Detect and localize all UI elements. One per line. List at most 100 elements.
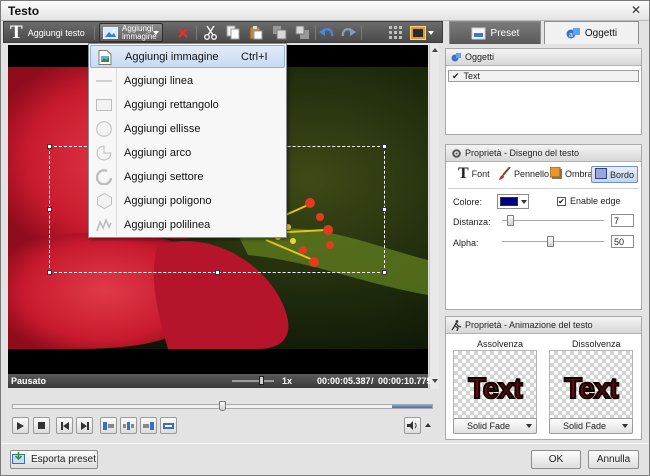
undo-icon[interactable] xyxy=(318,24,336,41)
brush-icon xyxy=(499,165,511,182)
menu-item-label: Aggiungi poligono xyxy=(124,194,212,207)
subtab-border[interactable]: Bordo xyxy=(591,166,638,183)
chevron-down-icon xyxy=(521,200,527,204)
subtab-brush[interactable]: Pennello xyxy=(499,164,549,184)
play-button[interactable] xyxy=(12,417,29,434)
add-text-button[interactable]: T Aggiungi testo xyxy=(10,23,90,42)
arc-icon xyxy=(95,144,113,161)
resize-handle[interactable] xyxy=(47,207,52,212)
enable-edge-checkbox[interactable]: ✔ Enable edge xyxy=(557,196,621,206)
preset-icon xyxy=(471,27,486,40)
fade-out-effect-select[interactable]: Solid Fade xyxy=(549,418,633,434)
menu-item-add-sector[interactable]: Aggiungi settore xyxy=(90,165,285,188)
delete-icon[interactable] xyxy=(174,24,192,41)
preview-scrollbar[interactable] xyxy=(429,45,439,389)
fade-in-label: Assolvenza xyxy=(477,339,524,349)
cancel-button[interactable]: Annulla xyxy=(588,450,639,469)
color-swatch xyxy=(500,197,518,206)
toolbar-separator xyxy=(94,25,95,40)
tab-preset[interactable]: Preset xyxy=(449,21,541,44)
resize-handle[interactable] xyxy=(382,270,387,275)
alpha-input[interactable]: 50 xyxy=(611,235,634,248)
objects-panel: Oggetti ✔ Text xyxy=(445,48,642,135)
grid-icon[interactable] xyxy=(387,24,405,41)
menu-item-add-line[interactable]: Aggiungi linea xyxy=(90,69,285,92)
ok-button[interactable]: OK xyxy=(531,450,581,469)
subtab-font[interactable]: T Font xyxy=(458,164,490,184)
resize-handle[interactable] xyxy=(47,144,52,149)
export-preset-button[interactable]: Esporta preset xyxy=(10,450,98,469)
timeline[interactable] xyxy=(12,401,433,412)
svg-text:a: a xyxy=(569,32,573,39)
resize-handle[interactable] xyxy=(382,207,387,212)
scroll-up-icon[interactable] xyxy=(432,48,438,52)
drawing-panel-header: Proprietà - Disegno del testo xyxy=(446,145,641,162)
menu-item-add-polyline[interactable]: Aggiungi polilinea xyxy=(90,213,285,236)
resize-handle[interactable] xyxy=(47,270,52,275)
menu-item-add-ellipse[interactable]: Aggiungi ellisse xyxy=(90,117,285,140)
animation-panel-header: Proprietà - Animazione del testo xyxy=(446,317,641,334)
paste-icon[interactable] xyxy=(247,24,265,41)
speed-slider[interactable] xyxy=(232,380,274,382)
menu-item-add-image[interactable]: Aggiungi immagine Ctrl+I xyxy=(90,45,285,68)
polygon-icon xyxy=(95,192,113,209)
alpha-slider-knob[interactable] xyxy=(547,236,554,247)
menu-item-label: Aggiungi settore xyxy=(124,170,204,183)
timeline-knob[interactable] xyxy=(219,401,226,411)
close-icon[interactable]: ✕ xyxy=(629,4,643,17)
align-right-button[interactable] xyxy=(140,417,157,434)
ellipse-icon xyxy=(95,120,113,137)
chevron-up-icon[interactable] xyxy=(425,423,431,427)
distance-input[interactable]: 7 xyxy=(611,214,634,227)
tab-objects[interactable]: a Oggetti xyxy=(544,21,639,44)
speed-slider-knob[interactable] xyxy=(259,376,264,385)
distance-slider-knob[interactable] xyxy=(507,215,514,226)
scroll-down-icon[interactable] xyxy=(432,379,438,383)
text-t-icon: T xyxy=(10,21,23,43)
list-item[interactable]: ✔ Text xyxy=(448,70,639,82)
menu-item-add-rectangle[interactable]: Aggiungi rettangolo xyxy=(90,93,285,116)
alpha-label: Alpha: xyxy=(453,238,479,248)
cut-icon[interactable] xyxy=(201,24,219,41)
distance-slider[interactable] xyxy=(502,220,604,222)
volume-button[interactable] xyxy=(404,417,421,434)
fade-in-effect-select[interactable]: Solid Fade xyxy=(453,418,537,434)
align-center-button[interactable] xyxy=(120,417,137,434)
stop-button[interactable] xyxy=(33,417,50,434)
time-separator: / xyxy=(371,376,374,386)
fit-button[interactable] xyxy=(160,417,177,434)
background-icon[interactable] xyxy=(410,24,434,41)
toolbar-separator xyxy=(196,25,197,40)
border-icon xyxy=(595,168,607,181)
bring-forward-icon[interactable] xyxy=(270,24,288,41)
align-left-button[interactable] xyxy=(100,417,117,434)
redo-icon[interactable] xyxy=(339,24,357,41)
menu-item-label: Aggiungi rettangolo xyxy=(124,98,219,111)
chevron-down-icon xyxy=(428,30,434,35)
add-text-label: Aggiungi testo xyxy=(27,27,85,38)
fade-out-preview[interactable]: Text xyxy=(549,350,633,428)
objects-icon: a xyxy=(566,27,581,40)
menu-item-add-polygon[interactable]: Aggiungi poligono xyxy=(90,189,285,212)
font-t-icon: T xyxy=(458,165,469,182)
align-center-icon xyxy=(123,421,134,430)
resize-handle[interactable] xyxy=(215,270,220,275)
previous-button[interactable] xyxy=(56,417,73,434)
menu-item-label: Aggiungi linea xyxy=(124,74,194,87)
add-image-button[interactable]: Aggiungi immagine xyxy=(99,23,163,42)
fade-in-preview[interactable]: Text xyxy=(453,350,537,428)
checkbox-checked-icon[interactable]: ✔ xyxy=(557,196,566,206)
menu-item-add-arc[interactable]: Aggiungi arco xyxy=(90,141,285,164)
checkbox-checked-icon[interactable]: ✔ xyxy=(452,71,460,81)
send-backward-icon[interactable] xyxy=(293,24,311,41)
color-picker[interactable] xyxy=(497,194,529,209)
subtab-shadow[interactable]: Ombra xyxy=(549,164,593,184)
resize-handle[interactable] xyxy=(382,144,387,149)
object-label: Text xyxy=(463,71,481,81)
subtab-divider xyxy=(448,188,639,189)
tab-objects-label: Oggetti xyxy=(584,27,618,39)
title-bar: Testo ✕ xyxy=(1,1,649,21)
next-button[interactable] xyxy=(76,417,93,434)
copy-icon[interactable] xyxy=(224,24,242,41)
align-right-icon xyxy=(143,421,154,430)
